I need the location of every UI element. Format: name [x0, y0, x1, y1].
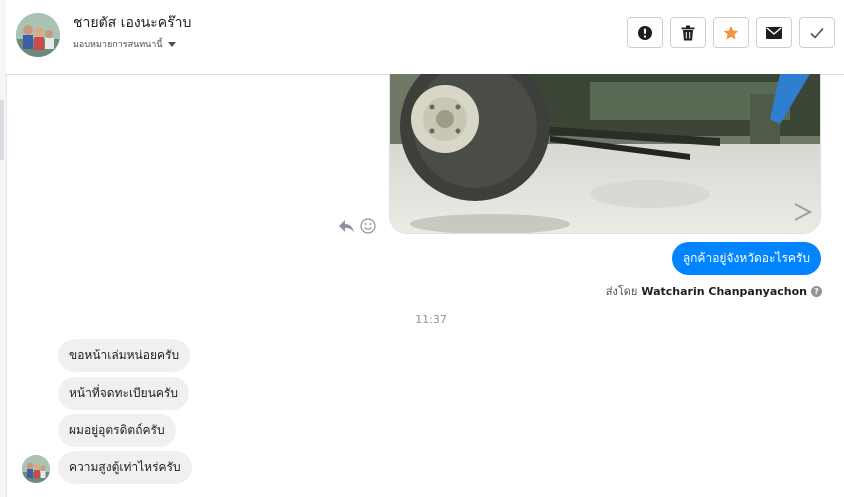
incoming-message[interactable]: ผมอยู่อุตรดิตถ์ครับ — [58, 414, 176, 447]
trash-icon — [681, 25, 695, 40]
delete-button[interactable] — [670, 17, 706, 48]
emoji-icon[interactable] — [360, 218, 376, 234]
contact-avatar[interactable] — [16, 13, 60, 57]
chevron-down-icon — [167, 41, 176, 47]
message-actions — [338, 218, 376, 234]
star-button[interactable] — [713, 17, 749, 48]
assign-conversation-dropdown[interactable]: มอบหมายการสนทนานี้ — [73, 37, 176, 51]
exclamation-icon — [638, 25, 652, 40]
scrollbar-thumb[interactable] — [0, 100, 4, 160]
incoming-message[interactable]: ความสูงตู้เท่าไหร่ครับ — [58, 451, 192, 484]
outgoing-message[interactable]: ลูกค้าอยู่จังหวัดอะไรครับ — [671, 242, 821, 275]
help-icon[interactable]: ? — [811, 285, 822, 297]
sent-by-prefix: ส่งโดย — [605, 285, 638, 298]
mark-spam-button[interactable] — [627, 17, 663, 48]
reply-icon[interactable] — [338, 219, 355, 234]
sent-by-label: ส่งโดย Watcharin Chanpanyachon ? — [606, 282, 822, 300]
envelope-icon — [766, 26, 782, 39]
incoming-message[interactable]: หน้าที่จดทะเบียนครับ — [58, 377, 189, 410]
contact-avatar-small[interactable] — [22, 455, 50, 483]
star-icon — [723, 25, 739, 40]
shared-photo[interactable] — [389, 74, 821, 234]
mark-unread-button[interactable] — [756, 17, 792, 48]
message-timestamp: 11:37 — [415, 313, 447, 326]
assign-label: มอบหมายการสนทนานี้ — [73, 40, 163, 50]
conversation-header: ชายตัส เองนะคร๊าบ มอบหมายการสนทนานี้ — [6, 0, 844, 75]
check-icon — [810, 27, 824, 39]
mark-done-button[interactable] — [799, 17, 835, 48]
incoming-message[interactable]: ขอหน้าเล่มหน่อยครับ — [58, 339, 191, 372]
contact-name[interactable]: ชายตัส เองนะคร๊าบ — [73, 12, 191, 34]
sender-name: Watcharin Chanpanyachon — [641, 284, 807, 298]
